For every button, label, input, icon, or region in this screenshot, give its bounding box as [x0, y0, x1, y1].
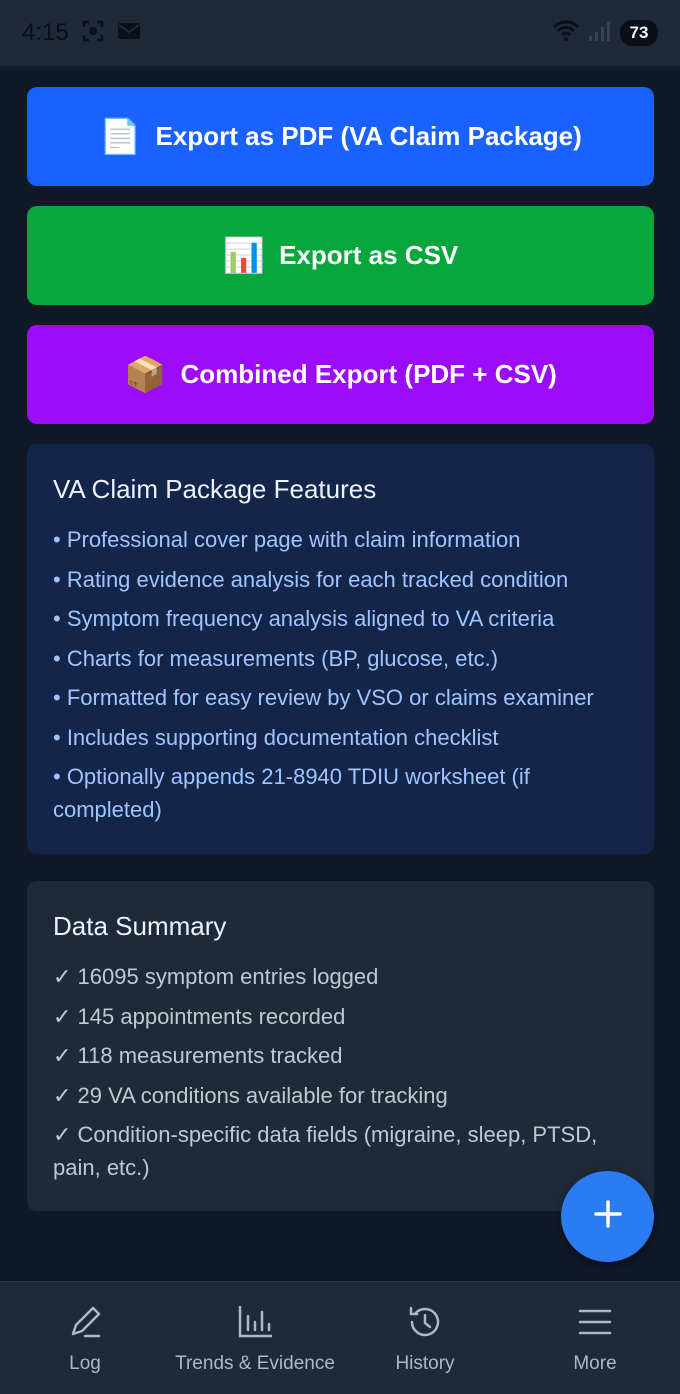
- list-item: • Professional cover page with claim inf…: [53, 527, 521, 552]
- summary-title: Data Summary: [53, 911, 227, 941]
- nav-label: History: [395, 1352, 455, 1374]
- list-item: ✓ 145 appointments recorded: [53, 1003, 346, 1029]
- nav-label: Trends & Evidence: [175, 1352, 335, 1374]
- wifi-icon: [552, 20, 580, 47]
- bar-chart-emoji-icon: 📊: [222, 236, 266, 275]
- nav-item-history[interactable]: History: [340, 1302, 510, 1375]
- status-time: 4:15: [22, 19, 69, 46]
- list-item: ✓ Condition-specific data fields (migrai…: [53, 1122, 598, 1180]
- export-pdf-label: Export as PDF (VA Claim Package): [155, 121, 582, 151]
- nav-item-log[interactable]: Log: [0, 1302, 170, 1375]
- list-item: • Charts for measurements (BP, glucose, …: [53, 645, 499, 671]
- list-item: • Includes supporting documentation chec…: [53, 724, 499, 750]
- screenshot-icon: [81, 19, 105, 48]
- list-item: • Formatted for easy review by VSO or cl…: [53, 685, 594, 710]
- battery-indicator: 73: [620, 20, 658, 46]
- nav-label: More: [573, 1352, 617, 1374]
- mail-icon: [117, 21, 141, 46]
- bottom-nav: Log Trends & Evidence History More: [0, 1281, 680, 1394]
- list-item: ✓ 16095 symptom entries logged: [53, 964, 379, 989]
- features-list: • Professional cover page with claim inf…: [53, 523, 628, 826]
- combined-export-label: Combined Export (PDF + CSV): [180, 359, 557, 389]
- signal-icon: [588, 20, 612, 47]
- history-icon: [405, 1302, 445, 1347]
- export-content: 📄 Export as PDF (VA Claim Package) 📊 Exp…: [27, 87, 654, 1211]
- list-item: • Rating evidence analysis for each trac…: [53, 566, 569, 592]
- document-icon: 📄: [99, 117, 142, 156]
- export-csv-label: Export as CSV: [279, 240, 459, 270]
- nav-label: Log: [69, 1352, 101, 1374]
- plus-icon: [592, 1198, 624, 1235]
- menu-icon: [575, 1302, 615, 1347]
- nav-item-trends[interactable]: Trends & Evidence: [170, 1302, 340, 1375]
- combined-export-button[interactable]: 📦 Combined Export (PDF + CSV): [27, 325, 654, 424]
- features-title: VA Claim Package Features: [53, 474, 377, 504]
- export-csv-button[interactable]: 📊 Export as CSV: [27, 206, 654, 305]
- list-item: ✓ 118 measurements tracked: [53, 1043, 343, 1068]
- list-item: • Symptom frequency analysis aligned to …: [53, 606, 555, 631]
- nav-item-more[interactable]: More: [510, 1302, 680, 1375]
- summary-list: ✓ 16095 symptom entries logged ✓ 145 app…: [53, 960, 628, 1184]
- features-card: VA Claim Package Features • Professional…: [27, 444, 654, 854]
- bar-chart-icon: [235, 1302, 275, 1347]
- package-icon: 📦: [124, 355, 167, 394]
- add-entry-button[interactable]: [561, 1171, 654, 1262]
- data-summary-card: Data Summary ✓ 16095 symptom entries log…: [27, 881, 654, 1211]
- status-bar: 4:15 73: [0, 0, 680, 66]
- list-item: ✓ 29 VA conditions available for trackin…: [53, 1082, 448, 1108]
- list-item: • Optionally appends 21-8940 TDIU worksh…: [53, 764, 530, 822]
- pencil-icon: [65, 1302, 105, 1347]
- export-pdf-button[interactable]: 📄 Export as PDF (VA Claim Package): [27, 87, 654, 186]
